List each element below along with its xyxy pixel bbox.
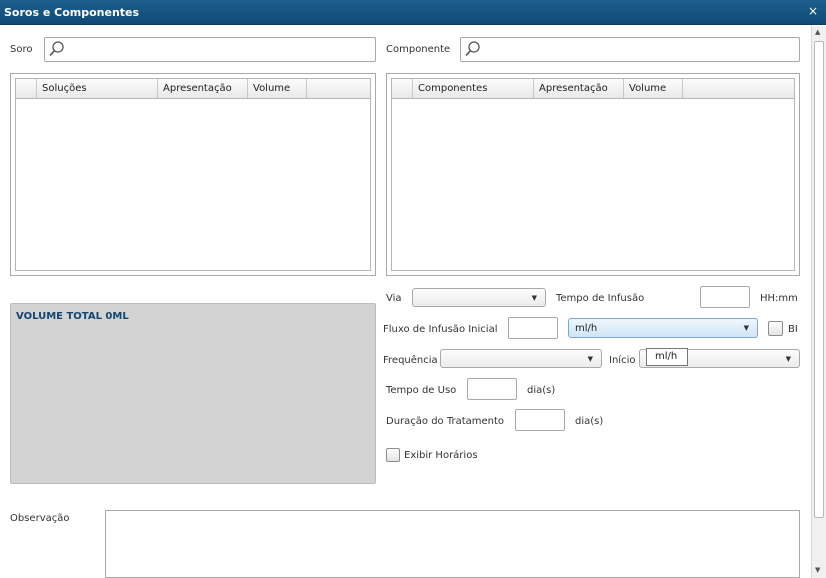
chevron-down-icon: ▼: [785, 355, 791, 363]
scrollbar-thumb[interactable]: [814, 41, 824, 518]
tempo-infusao-unit: HH:mm: [760, 293, 798, 304]
componentes-grid-header: Componentes Apresentação Volume: [392, 79, 794, 99]
inicio-label: Início: [609, 355, 636, 366]
observacao-label: Observação: [10, 513, 70, 524]
via-select[interactable]: ▼: [412, 288, 546, 307]
bi-label: BI: [788, 324, 798, 335]
bi-checkbox[interactable]: [768, 321, 783, 336]
componentes-table[interactable]: Componentes Apresentação Volume: [391, 78, 795, 271]
column-header-apresentacao[interactable]: Apresentação: [157, 79, 247, 98]
fluxo-label: Fluxo de Infusão Inicial: [383, 324, 498, 335]
observacao-textarea[interactable]: [105, 510, 800, 578]
close-icon[interactable]: ×: [808, 4, 818, 18]
column-header-volume[interactable]: Volume: [623, 79, 682, 98]
scroll-down-icon[interactable]: ▼: [815, 566, 820, 574]
tempo-infusao-label: Tempo de Infusão: [556, 293, 645, 304]
window-title: Soros e Componentes: [4, 6, 140, 19]
volume-total-panel: VOLUME TOTAL 0ML: [10, 303, 376, 484]
componentes-grid: Componentes Apresentação Volume: [386, 73, 800, 276]
tempo-uso-input[interactable]: [467, 378, 517, 400]
unit-tooltip: ml/h: [646, 348, 688, 366]
fluxo-unit-select[interactable]: ml/h ▼: [568, 318, 758, 338]
solucoes-grid: Soluções Apresentação Volume: [10, 73, 376, 276]
solucoes-grid-header: Soluções Apresentação Volume: [16, 79, 370, 99]
column-header-componentes[interactable]: Componentes: [412, 79, 533, 98]
soro-label: Soro: [10, 44, 33, 55]
duracao-label: Duração do Tratamento: [386, 416, 505, 427]
tempo-uso-unit: dia(s): [527, 385, 556, 396]
volume-total-text: VOLUME TOTAL 0ML: [16, 311, 129, 322]
column-header-filler: [682, 79, 796, 98]
exibir-horarios-checkbox[interactable]: [386, 448, 400, 462]
column-header-filler: [306, 79, 372, 98]
column-header-solucoes[interactable]: Soluções: [36, 79, 157, 98]
frequencia-label: Frequência: [383, 355, 438, 366]
via-label: Via: [386, 293, 402, 304]
column-header-apresentacao[interactable]: Apresentação: [533, 79, 623, 98]
duracao-input[interactable]: [515, 409, 565, 431]
solucoes-table[interactable]: Soluções Apresentação Volume: [15, 78, 371, 271]
componente-search-input[interactable]: [460, 37, 800, 62]
fluxo-unit-selected: ml/h: [575, 323, 598, 334]
componente-label: Componente: [386, 44, 451, 55]
fluxo-input[interactable]: [508, 317, 558, 339]
exibir-horarios-label: Exibir Horários: [404, 450, 478, 461]
tempo-uso-label: Tempo de Uso: [386, 385, 457, 396]
title-bar: Soros e Componentes ×: [0, 0, 826, 25]
chevron-down-icon: ▼: [531, 294, 537, 302]
chevron-down-icon: ▼: [743, 324, 749, 332]
tempo-infusao-input[interactable]: [700, 286, 750, 308]
scroll-up-icon[interactable]: ▲: [815, 28, 820, 36]
chevron-down-icon: ▼: [587, 355, 593, 363]
soro-search-input[interactable]: [44, 37, 376, 62]
column-header-volume[interactable]: Volume: [247, 79, 306, 98]
search-icon: [49, 41, 64, 57]
frequencia-select[interactable]: ▼: [440, 349, 602, 368]
duracao-unit: dia(s): [575, 416, 604, 427]
search-icon: [465, 41, 480, 57]
vertical-scrollbar[interactable]: ▲ ▼: [811, 26, 826, 578]
